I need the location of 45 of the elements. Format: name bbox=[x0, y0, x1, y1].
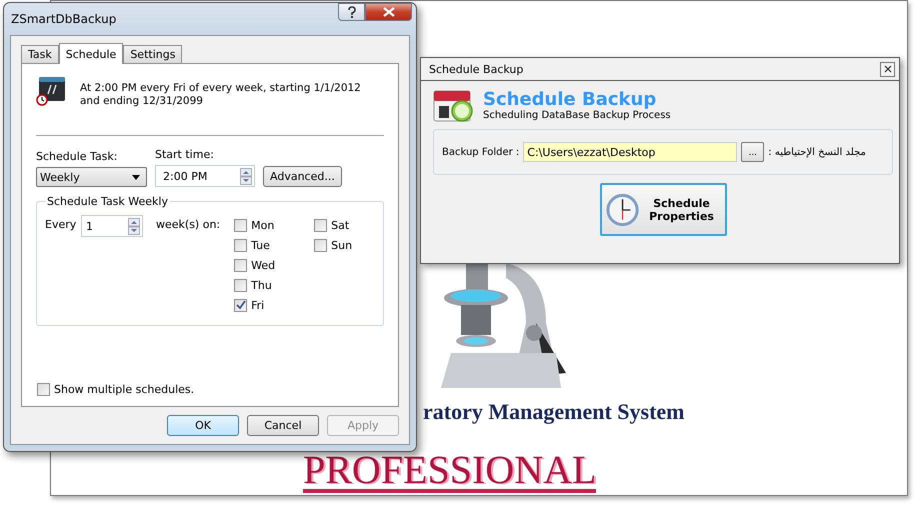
dialog-button[interactable]: Cancel bbox=[247, 415, 319, 436]
day-checkbox[interactable]: Fri bbox=[234, 295, 314, 315]
help-button[interactable] bbox=[338, 3, 365, 21]
backup-folder-arabic-label: مجلد النسخ الإحتياطيه : bbox=[768, 146, 866, 158]
day-checkbox[interactable]: Sun bbox=[314, 235, 374, 255]
tab[interactable]: Schedule bbox=[58, 43, 124, 64]
group-title: Schedule Task Weekly bbox=[45, 195, 170, 208]
weeks-on-label: week(s) on: bbox=[156, 218, 220, 231]
spinner-icon bbox=[128, 218, 140, 234]
caret-icon bbox=[132, 174, 140, 180]
tab[interactable]: Task bbox=[21, 45, 59, 63]
backup-folder-label: Backup Folder : bbox=[442, 146, 520, 158]
app-heading: Schedule Backup bbox=[483, 90, 658, 110]
console-clock-icon bbox=[36, 76, 66, 106]
start-time-label: Start time: bbox=[155, 148, 215, 161]
app-subtitle: Scheduling DataBase Backup Process bbox=[483, 110, 671, 120]
schedule-properties-button[interactable]: Schedule Properties bbox=[600, 183, 726, 236]
close-icon bbox=[884, 65, 892, 73]
close-button[interactable] bbox=[880, 62, 895, 76]
backup-folder-field[interactable]: C:\Users\ezzat\Desktop bbox=[523, 142, 738, 162]
checkmark-icon bbox=[236, 300, 246, 310]
close-icon bbox=[382, 7, 394, 17]
schedule-task-label: Schedule Task: bbox=[36, 150, 118, 163]
help-icon bbox=[346, 6, 356, 18]
schedule-summary: At 2:00 PM every Fri of every week, starting 1/1/2012 and ending 12/31/2099 bbox=[80, 82, 362, 108]
spinner-icon bbox=[240, 168, 252, 184]
advanced-button[interactable]: Advanced... bbox=[263, 166, 342, 187]
weeks-interval-field[interactable]: 1 bbox=[81, 215, 143, 237]
day-checkbox[interactable]: Mon bbox=[234, 215, 314, 235]
dialog-button[interactable]: OK bbox=[167, 415, 239, 436]
start-time-field[interactable]: 2:00 PM bbox=[155, 165, 255, 187]
show-multiple-checkbox[interactable]: Show multiple schedules. bbox=[37, 383, 384, 396]
close-button[interactable] bbox=[365, 3, 412, 21]
tab[interactable]: Settings bbox=[123, 45, 182, 63]
app-heading: ratory Management System bbox=[423, 399, 684, 425]
day-checkbox[interactable]: Thu bbox=[234, 275, 314, 295]
schedule-task-dropdown[interactable]: Weekly bbox=[36, 167, 147, 187]
day-checkbox[interactable]: Tue bbox=[234, 235, 314, 255]
window-title: ZSmartDbBackup bbox=[11, 12, 116, 26]
browse-button[interactable]: ... bbox=[741, 142, 764, 162]
day-checkbox[interactable]: Wed bbox=[234, 255, 314, 275]
window-title: Schedule Backup bbox=[429, 62, 524, 76]
every-label: Every bbox=[45, 218, 78, 231]
clock-icon bbox=[606, 192, 639, 226]
day-checkbox[interactable]: Sat bbox=[314, 215, 374, 235]
